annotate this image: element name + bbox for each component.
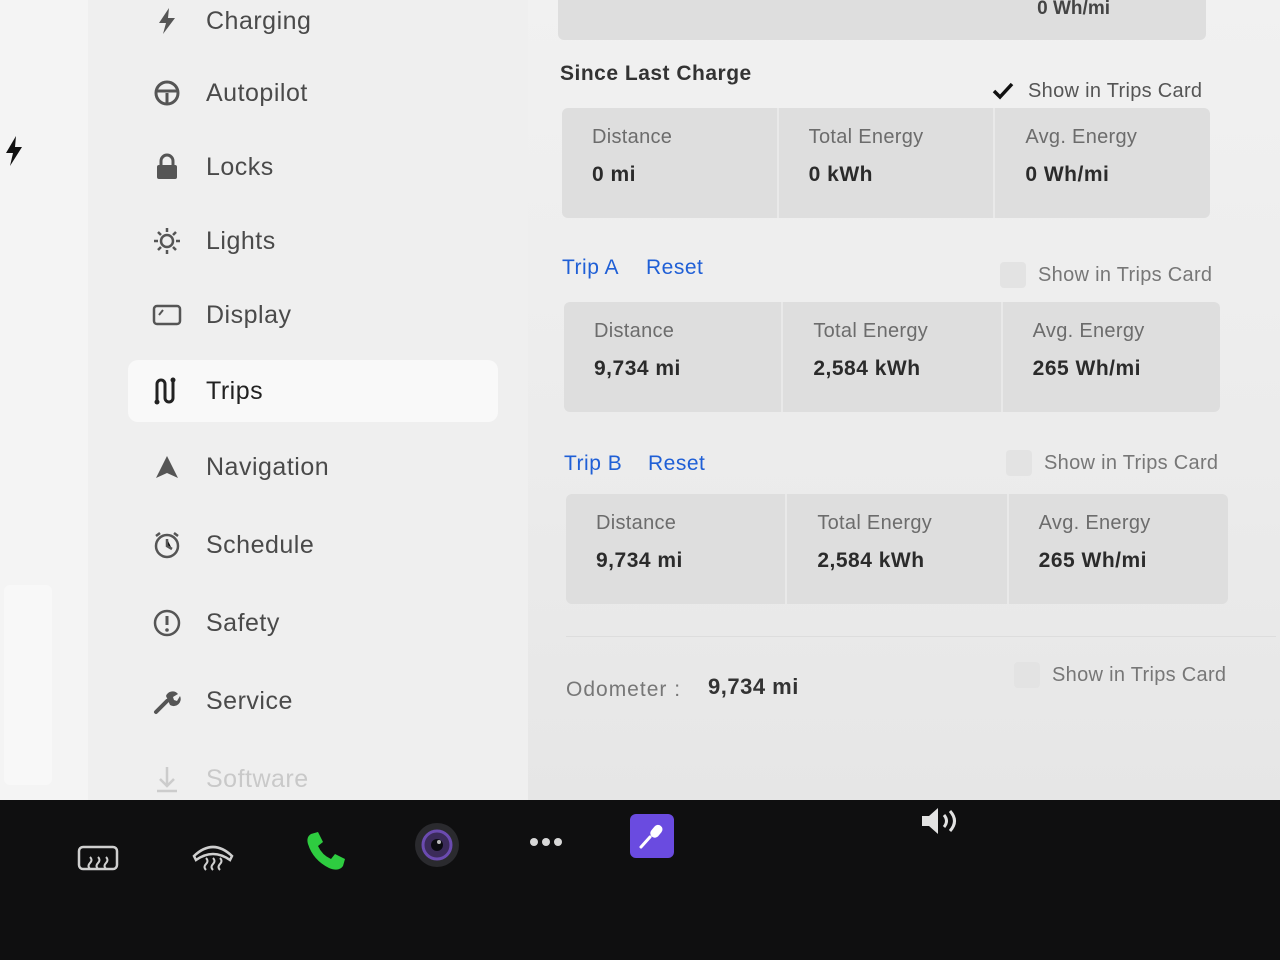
checkmark-icon bbox=[992, 82, 1014, 100]
left-strip bbox=[0, 0, 89, 810]
sidebar-item-label: Display bbox=[206, 300, 292, 329]
show-in-trips-card-label: Show in Trips Card bbox=[1038, 263, 1213, 286]
camera-icon[interactable] bbox=[412, 820, 462, 870]
safety-icon bbox=[150, 606, 184, 640]
sidebar-item-label: Safety bbox=[206, 608, 280, 637]
total-energy-cell: Total Energy 2,584 kWh bbox=[787, 494, 1009, 604]
sidebar-item-navigation[interactable]: Navigation bbox=[128, 436, 498, 498]
sidebar-item-label: Lights bbox=[206, 226, 276, 255]
wrench-icon bbox=[150, 684, 184, 718]
sidebar-item-label: Charging bbox=[206, 6, 312, 35]
bolt-icon bbox=[150, 4, 184, 38]
steering-wheel-icon bbox=[150, 76, 184, 110]
navigation-icon bbox=[150, 450, 184, 484]
distance-label: Distance bbox=[592, 126, 673, 148]
sidebar-item-label: Locks bbox=[206, 152, 274, 181]
odometer-show-toggle[interactable]: Show in Trips Card bbox=[1014, 662, 1226, 688]
checkbox-unchecked[interactable] bbox=[1000, 262, 1026, 288]
volume-icon[interactable] bbox=[916, 802, 964, 840]
total-energy-value: 2,584 kWh bbox=[813, 357, 921, 380]
show-in-trips-card-label: Show in Trips Card bbox=[1044, 451, 1219, 474]
sidebar-item-charging[interactable]: Charging bbox=[128, 0, 498, 52]
avg-energy-cell: Avg. Energy 265 Wh/mi bbox=[1003, 302, 1220, 412]
avg-energy-cell: Avg. Energy 0 Wh/mi bbox=[995, 108, 1210, 218]
sidebar-item-service[interactable]: Service bbox=[128, 670, 498, 732]
distance-value: 9,734 mi bbox=[594, 357, 681, 380]
total-energy-cell: Total Energy 2,584 kWh bbox=[783, 302, 1003, 412]
distance-label: Distance bbox=[594, 320, 675, 342]
front-defrost-icon[interactable] bbox=[188, 836, 238, 876]
trip-b-reset-button[interactable]: Reset bbox=[648, 452, 705, 476]
download-icon bbox=[150, 762, 184, 796]
sidebar-item-schedule[interactable]: Schedule bbox=[128, 514, 498, 576]
sidebar-item-label: Navigation bbox=[206, 452, 330, 481]
rear-defrost-icon[interactable] bbox=[74, 840, 122, 880]
avg-energy-value: 265 Wh/mi bbox=[1038, 549, 1148, 572]
lock-icon bbox=[150, 150, 184, 184]
checkbox-unchecked[interactable] bbox=[1006, 450, 1032, 476]
sidebar-item-label: Autopilot bbox=[206, 78, 308, 107]
total-energy-label: Total Energy bbox=[813, 320, 929, 342]
sidebar-item-locks[interactable]: Locks bbox=[128, 136, 498, 198]
distance-value: 0 mi bbox=[592, 163, 637, 186]
schedule-icon bbox=[150, 528, 184, 562]
charging-status-icon bbox=[6, 136, 22, 166]
distance-label: Distance bbox=[596, 512, 677, 534]
phone-icon[interactable] bbox=[300, 826, 352, 876]
trips-panel: 0 Wh/mi Since Last Charge Show in Trips … bbox=[528, 0, 1280, 810]
odometer-label: Odometer : bbox=[566, 678, 682, 701]
sidebar-item-label: Service bbox=[206, 686, 293, 715]
settings-sidebar: Charging Autopilot Locks Lights Display bbox=[88, 0, 528, 810]
sidebar-item-display[interactable]: Display bbox=[128, 284, 498, 346]
show-in-trips-card-label: Show in Trips Card bbox=[1052, 663, 1227, 686]
distance-cell: Distance 9,734 mi bbox=[566, 494, 788, 604]
trip-a-card: Distance 9,734 mi Total Energy 2,584 kWh… bbox=[564, 302, 1220, 412]
total-energy-cell: Total Energy 0 kWh bbox=[779, 108, 996, 218]
since-last-charge-show-toggle[interactable]: Show in Trips Card bbox=[990, 78, 1202, 104]
checkbox-checked[interactable] bbox=[990, 78, 1016, 104]
avg-energy-label: Avg. Energy bbox=[1025, 126, 1138, 148]
odometer-value: 9,734 mi bbox=[708, 674, 799, 699]
total-energy-label: Total Energy bbox=[808, 126, 924, 148]
sidebar-item-label: Software bbox=[206, 764, 309, 793]
trips-icon bbox=[150, 374, 184, 408]
distance-cell: Distance 9,734 mi bbox=[564, 302, 784, 412]
sidebar-item-trips[interactable]: Trips bbox=[128, 360, 498, 422]
checkbox-unchecked[interactable] bbox=[1014, 662, 1040, 688]
sidebar-item-lights[interactable]: Lights bbox=[128, 210, 498, 272]
since-last-charge-title: Since Last Charge bbox=[560, 62, 752, 85]
more-icon[interactable] bbox=[522, 822, 570, 862]
total-energy-value: 0 kWh bbox=[808, 163, 874, 186]
trip-b-title: Trip B bbox=[564, 452, 623, 475]
light-icon bbox=[150, 224, 184, 258]
voice-command-icon[interactable] bbox=[630, 814, 674, 858]
previous-section-card: 0 Wh/mi bbox=[558, 0, 1206, 40]
since-last-charge-card: Distance 0 mi Total Energy 0 kWh Avg. En… bbox=[562, 108, 1210, 218]
display-icon bbox=[150, 298, 184, 332]
sidebar-item-label: Schedule bbox=[206, 530, 315, 559]
trip-b-show-toggle[interactable]: Show in Trips Card bbox=[1006, 450, 1218, 476]
sidebar-item-label: Trips bbox=[206, 376, 264, 405]
total-energy-value: 2,584 kWh bbox=[817, 549, 925, 572]
left-panel bbox=[4, 585, 52, 785]
avg-energy-label: Avg. Energy bbox=[1038, 512, 1151, 534]
show-in-trips-card-label: Show in Trips Card bbox=[1028, 79, 1203, 102]
sidebar-item-safety[interactable]: Safety bbox=[128, 592, 498, 654]
avg-energy-value: 265 Wh/mi bbox=[1032, 357, 1142, 380]
sidebar-item-autopilot[interactable]: Autopilot bbox=[128, 62, 498, 124]
distance-value: 9,734 mi bbox=[596, 549, 683, 572]
taskbar bbox=[0, 800, 1280, 960]
trip-a-title: Trip A bbox=[562, 256, 620, 279]
trip-a-show-toggle[interactable]: Show in Trips Card bbox=[1000, 262, 1212, 288]
avg-energy-cell: Avg. Energy 265 Wh/mi bbox=[1009, 494, 1228, 604]
avg-energy-label: Avg. Energy bbox=[1032, 320, 1145, 342]
divider bbox=[566, 636, 1276, 637]
trip-b-card: Distance 9,734 mi Total Energy 2,584 kWh… bbox=[566, 494, 1228, 604]
distance-cell: Distance 0 mi bbox=[562, 108, 779, 218]
trip-a-reset-button[interactable]: Reset bbox=[646, 256, 703, 280]
avg-energy-value: 0 Wh/mi bbox=[1037, 0, 1110, 19]
settings-screen: Charging Autopilot Locks Lights Display bbox=[0, 0, 1280, 810]
total-energy-label: Total Energy bbox=[817, 512, 933, 534]
avg-energy-value: 0 Wh/mi bbox=[1025, 163, 1110, 186]
